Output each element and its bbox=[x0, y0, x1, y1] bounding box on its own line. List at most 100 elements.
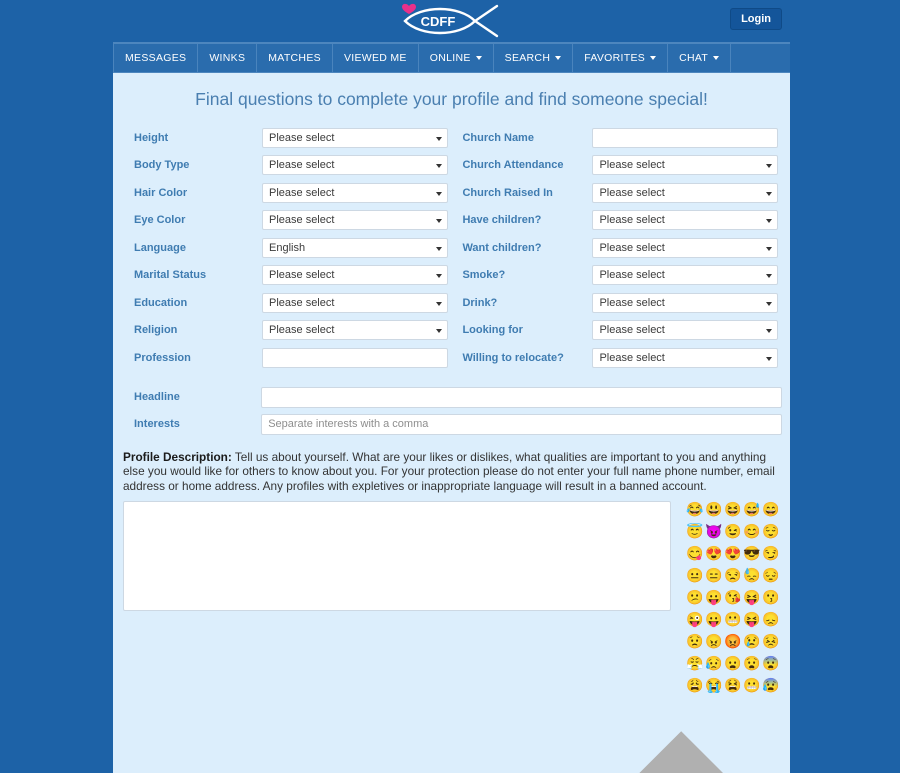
chevron-down-icon bbox=[766, 274, 773, 279]
nav-item-search[interactable]: SEARCH bbox=[494, 44, 574, 72]
label-looking-for: Looking for bbox=[462, 324, 523, 337]
emoji-face-with-tongue-b[interactable]: 😛 bbox=[705, 611, 722, 627]
emoji-loudly-crying-face[interactable]: 😭 bbox=[705, 677, 722, 693]
select-value: Please select bbox=[269, 186, 335, 199]
emoji-downcast-face-with-sweat[interactable]: 😓 bbox=[743, 567, 760, 583]
emoji-worried-face[interactable]: 😟 bbox=[686, 633, 703, 649]
emoji-relieved-face[interactable]: 😌 bbox=[762, 523, 779, 539]
label-religion: Religion bbox=[134, 324, 178, 337]
field-row-want-children: Want children? Please select bbox=[456, 234, 782, 262]
nav-label: WINKS bbox=[209, 52, 246, 64]
resize-grip-icon[interactable] bbox=[123, 611, 780, 773]
select-body-type[interactable]: Please select bbox=[262, 155, 448, 176]
emoji-smiling-face-with-heart-eyes-b[interactable]: 😍 bbox=[724, 545, 741, 561]
emoji-smiling-face-with-horns[interactable]: 😈 bbox=[705, 523, 722, 539]
select-language[interactable]: English bbox=[262, 237, 448, 258]
nav-item-favorites[interactable]: FAVORITES bbox=[573, 44, 669, 72]
select-willing-to-relocate[interactable]: Please select bbox=[592, 347, 779, 368]
select-value: Please select bbox=[599, 296, 665, 309]
emoji-unamused-face[interactable]: 😒 bbox=[724, 567, 741, 583]
select-church-raised-in[interactable]: Please select bbox=[592, 182, 779, 203]
emoji-winking-face-with-tongue[interactable]: 😜 bbox=[686, 611, 703, 627]
nav-item-messages[interactable]: MESSAGES bbox=[113, 44, 199, 72]
emoji-smiling-face-with-halo[interactable]: 😇 bbox=[686, 523, 703, 539]
chevron-down-icon bbox=[436, 164, 442, 169]
label-marital-status: Marital Status bbox=[134, 269, 207, 282]
emoji-expressionless-face[interactable]: 😑 bbox=[705, 567, 722, 583]
emoji-sad-but-relieved-face[interactable]: 😥 bbox=[705, 655, 722, 671]
emoji-squinting-face-with-tongue-b[interactable]: 😝 bbox=[743, 611, 760, 627]
select-smoke[interactable]: Please select bbox=[592, 265, 779, 286]
emoji-grimacing-face[interactable]: 😬 bbox=[724, 611, 741, 627]
emoji-pouting-face[interactable]: 😡 bbox=[724, 633, 741, 649]
cdff-fish-logo[interactable]: CDFF bbox=[397, 0, 507, 42]
label-church-raised-in: Church Raised In bbox=[462, 186, 553, 199]
logo-svg: CDFF bbox=[401, 3, 498, 38]
emoji-face-with-tears-of-joy[interactable]: 😂 bbox=[686, 501, 703, 517]
select-religion[interactable]: Please select bbox=[262, 320, 448, 341]
emoji-grinning-squinting-face[interactable]: 😆 bbox=[724, 501, 741, 517]
logo-text: CDFF bbox=[420, 14, 455, 29]
label-language: Language bbox=[134, 241, 186, 254]
emoji-disappointed-face[interactable]: 😞 bbox=[762, 611, 779, 627]
field-row-looking-for: Looking for Please select bbox=[456, 317, 782, 345]
input-church-name[interactable] bbox=[592, 127, 779, 148]
emoji-frowning-face-with-open-mouth[interactable]: 😦 bbox=[724, 655, 741, 671]
login-button[interactable]: Login bbox=[730, 8, 782, 31]
emoji-fearful-face[interactable]: 😨 bbox=[762, 655, 779, 671]
emoji-face-blowing-a-kiss[interactable]: 😘 bbox=[724, 589, 741, 605]
select-have-children[interactable]: Please select bbox=[592, 210, 779, 231]
emoji-face-with-tongue[interactable]: 😛 bbox=[705, 589, 722, 605]
select-height[interactable]: Please select bbox=[262, 127, 448, 148]
select-marital-status[interactable]: Please select bbox=[262, 265, 448, 286]
emoji-grinning-face-with-big-eyes[interactable]: 😃 bbox=[705, 501, 722, 517]
input-profession[interactable] bbox=[262, 347, 448, 368]
select-eye-color[interactable]: Please select bbox=[262, 210, 448, 231]
profile-description-textarea[interactable] bbox=[123, 501, 671, 612]
input-headline[interactable] bbox=[261, 386, 782, 408]
emoji-anxious-face-with-sweat[interactable]: 😰 bbox=[762, 677, 779, 693]
emoji-smiling-face-with-sunglasses[interactable]: 😎 bbox=[743, 545, 760, 561]
nav-item-winks[interactable]: WINKS bbox=[198, 44, 258, 72]
nav-item-chat[interactable]: CHAT bbox=[668, 44, 732, 72]
emoji-neutral-face[interactable]: 😐 bbox=[686, 567, 703, 583]
select-church-attendance[interactable]: Please select bbox=[592, 155, 779, 176]
emoji-smirking-face[interactable]: 😏 bbox=[762, 545, 779, 561]
select-want-children[interactable]: Please select bbox=[592, 237, 779, 258]
emoji-grimacing-face-b[interactable]: 😬 bbox=[743, 677, 760, 693]
nav-item-matches[interactable]: MATCHES bbox=[257, 44, 333, 72]
select-education[interactable]: Please select bbox=[262, 292, 448, 313]
emoji-smiling-face-with-heart-eyes-a[interactable]: 😍 bbox=[705, 545, 722, 561]
select-looking-for[interactable]: Please select bbox=[592, 320, 779, 341]
emoji-kissing-face[interactable]: 😗 bbox=[762, 589, 779, 605]
select-hair-color[interactable]: Please select bbox=[262, 182, 448, 203]
input-interests[interactable]: Separate interests with a comma bbox=[261, 413, 782, 435]
emoji-winking-face[interactable]: 😉 bbox=[724, 523, 741, 539]
nav-item-online[interactable]: ONLINE bbox=[419, 44, 494, 72]
label-church-attendance: Church Attendance bbox=[462, 159, 564, 172]
emoji-row: 😩 😭 😫 😬 😰 bbox=[686, 677, 790, 693]
emoji-grinning-face-with-sweat[interactable]: 😅 bbox=[743, 501, 760, 517]
emoji-pensive-face[interactable]: 😔 bbox=[762, 567, 779, 583]
emoji-crying-face[interactable]: 😢 bbox=[743, 633, 760, 649]
field-row-smoke: Smoke? Please select bbox=[456, 262, 782, 290]
emoji-persevering-face[interactable]: 😣 bbox=[762, 633, 779, 649]
emoji-face-with-steam-from-nose[interactable]: 😤 bbox=[686, 655, 703, 671]
emoji-face-savoring-food[interactable]: 😋 bbox=[686, 545, 703, 561]
emoji-row: 😟 😠 😡 😢 😣 bbox=[686, 633, 790, 649]
chevron-down-icon bbox=[766, 246, 773, 251]
emoji-tired-face[interactable]: 😫 bbox=[724, 677, 741, 693]
chevron-down-icon bbox=[766, 191, 773, 196]
emoji-weary-face[interactable]: 😩 bbox=[686, 677, 703, 693]
emoji-squinting-face-with-tongue[interactable]: 😝 bbox=[743, 589, 760, 605]
emoji-row: 😕 😛 😘 😝 😗 bbox=[686, 589, 790, 605]
emoji-grinning-face-with-smiling-eyes[interactable]: 😄 bbox=[762, 501, 779, 517]
emoji-angry-face[interactable]: 😠 bbox=[705, 633, 722, 649]
nav-item-viewed-me[interactable]: VIEWED ME bbox=[333, 44, 419, 72]
emoji-confused-face[interactable]: 😕 bbox=[686, 589, 703, 605]
emoji-smiling-face-with-smiling-eyes[interactable]: 😊 bbox=[743, 523, 760, 539]
select-drink[interactable]: Please select bbox=[592, 292, 779, 313]
chevron-down-icon bbox=[436, 274, 442, 279]
emoji-anguished-face[interactable]: 😧 bbox=[743, 655, 760, 671]
chevron-down-icon bbox=[436, 301, 442, 306]
